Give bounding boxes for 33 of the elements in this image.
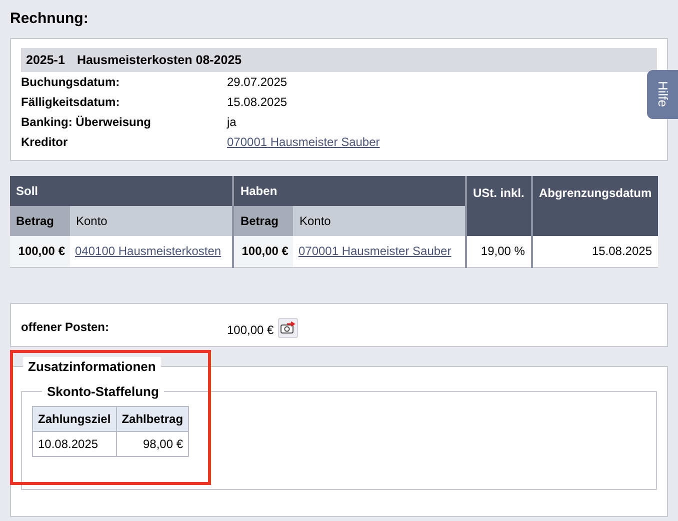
column-header: Abgrenzungsdatum — [532, 176, 658, 236]
table-cell: 19,00 % — [466, 236, 532, 267]
column-header: Konto — [70, 206, 234, 236]
invoice-number: 2025-1 — [26, 52, 65, 69]
field-value: 29.07.2025 — [227, 74, 288, 91]
invoice-title: Hausmeisterkosten 08-2025 — [76, 52, 242, 69]
column-header: Zahlbetrag — [116, 406, 189, 431]
field-value: 15.08.2025 — [227, 94, 288, 111]
creditor-link[interactable]: 070001 Hausmeister Sauber — [227, 133, 380, 151]
help-tab[interactable]: Hilfe — [647, 70, 678, 119]
table-cell: 100,00 € — [10, 236, 70, 267]
table-cell: 15.08.2025 — [532, 236, 658, 267]
page-title: Rechnung: — [10, 9, 90, 29]
open-item-button[interactable] — [278, 318, 298, 338]
camera-arrow-icon — [280, 320, 296, 334]
column-header: Zahlungsziel — [32, 406, 116, 431]
field-label: Buchungsdatum: — [21, 74, 121, 91]
field-value: ja — [227, 114, 236, 131]
column-header: Betrag — [233, 206, 294, 236]
field-label: Banking: Überweisung — [21, 114, 152, 131]
column-header: Konto — [293, 206, 466, 236]
field-label: Fälligkeitsdatum: — [21, 94, 121, 111]
open-item-label: offener Posten: — [21, 318, 110, 336]
column-header: Betrag — [10, 206, 70, 236]
open-item-value: 100,00 € — [227, 322, 274, 338]
table-cell: 100,00 € — [233, 236, 294, 267]
field-label: Kreditor — [21, 134, 69, 151]
column-group-header: Haben — [233, 176, 466, 206]
column-group-header: Soll — [10, 176, 234, 206]
section-title: Skonto-Staffelung — [46, 383, 160, 401]
table-cell: 98,00 € — [116, 431, 189, 456]
table-cell: 10.08.2025 — [32, 431, 116, 456]
column-header: USt. inkl. — [466, 176, 532, 236]
